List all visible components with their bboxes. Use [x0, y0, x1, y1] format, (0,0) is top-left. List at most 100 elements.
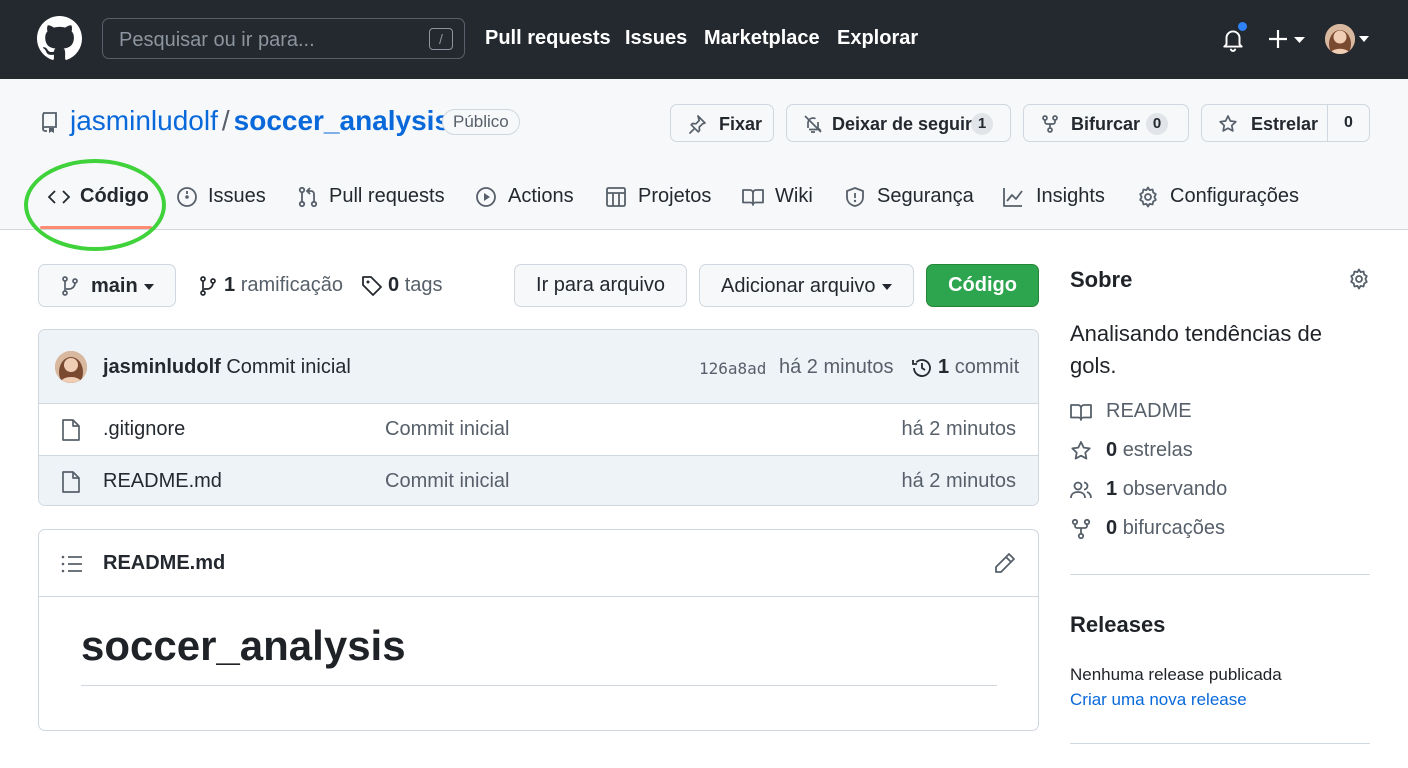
file-icon — [61, 470, 81, 494]
pencil-icon[interactable] — [994, 552, 1016, 574]
branches-count: 1 — [224, 274, 236, 296]
commit-author-avatar[interactable] — [55, 351, 87, 383]
tags-label: tags — [404, 274, 443, 296]
tab-projects[interactable]: Projetos — [605, 184, 713, 210]
tab-actions-label: Actions — [508, 185, 574, 207]
commits-label: commit — [954, 356, 1020, 378]
tab-pull-requests[interactable]: Pull requests — [297, 184, 445, 210]
watching-count: 1 — [1106, 478, 1118, 500]
file-commit-time: há 2 minutos — [901, 418, 1016, 440]
tab-pull-requests-label: Pull requests — [329, 185, 445, 207]
releases-title[interactable]: Releases — [1070, 612, 1165, 638]
tab-security[interactable]: Segurança — [844, 184, 974, 210]
fork-button[interactable]: Bifurcar 0 — [1023, 104, 1189, 142]
user-menu-caret-icon[interactable] — [1359, 36, 1369, 42]
add-file-button[interactable]: Adicionar arquivo — [699, 264, 914, 307]
file-commit-message[interactable]: Commit inicial — [385, 470, 509, 493]
gear-icon — [1137, 186, 1159, 208]
visibility-badge: Público — [442, 109, 520, 135]
readme-link-label: README — [1106, 400, 1192, 422]
tab-settings[interactable]: Configurações — [1137, 184, 1301, 210]
commit-time: há 2 minutos — [779, 356, 894, 378]
readme-heading: soccer_analysis — [81, 622, 406, 669]
table-icon — [605, 186, 627, 208]
star-icon — [1070, 440, 1092, 462]
tab-security-label: Segurança — [877, 185, 974, 207]
nav-pull-requests[interactable]: Pull requests — [485, 27, 611, 50]
star-button[interactable]: Estrelar 0 — [1201, 104, 1370, 142]
tab-wiki[interactable]: Wiki — [742, 184, 816, 210]
commit-author[interactable]: jasminludolf — [103, 356, 221, 378]
go-to-file-button[interactable]: Ir para arquivo — [514, 264, 687, 307]
forks-label: bifurcações — [1122, 517, 1225, 539]
tag-icon — [361, 275, 383, 297]
github-logo-icon[interactable] — [37, 16, 82, 61]
unwatch-label: Deixar de seguir — [832, 114, 973, 134]
file-name[interactable]: README.md — [103, 470, 222, 493]
shield-icon — [844, 186, 866, 208]
add-file-label: Adicionar arquivo — [721, 275, 876, 297]
commit-summary: jasminludolf Commit inicial — [103, 356, 351, 379]
create-new-plus-icon[interactable] — [1268, 27, 1306, 51]
file-row[interactable]: .gitignore Commit inicial há 2 minutos — [39, 404, 1038, 455]
nav-marketplace[interactable]: Marketplace — [704, 27, 820, 50]
watching-label: observando — [1122, 478, 1228, 500]
stars-counter[interactable]: 0 — [1327, 105, 1369, 141]
file-icon — [61, 418, 81, 442]
tab-issues[interactable]: Issues — [176, 184, 266, 210]
branch-selector[interactable]: main — [38, 264, 176, 307]
file-row[interactable]: README.md Commit inicial há 2 minutos — [39, 455, 1038, 505]
book-icon — [1070, 401, 1092, 423]
issue-opened-icon — [176, 186, 198, 208]
tab-issues-label: Issues — [208, 185, 266, 207]
play-circle-icon — [475, 186, 497, 208]
tab-wiki-label: Wiki — [775, 185, 813, 207]
watchers-counter: 1 — [971, 113, 993, 135]
file-name[interactable]: .gitignore — [103, 418, 185, 441]
create-release-link[interactable]: Criar uma nova release — [1070, 690, 1247, 710]
file-commit-message[interactable]: Commit inicial — [385, 418, 509, 441]
sidebar-divider — [1070, 574, 1370, 575]
tab-projects-label: Projetos — [638, 185, 712, 207]
history-icon[interactable] — [911, 357, 933, 379]
pin-icon — [687, 114, 707, 134]
list-unordered-icon[interactable] — [61, 554, 83, 574]
repo-owner-link[interactable]: jasminludolf — [70, 105, 218, 136]
tags-count: 0 — [388, 274, 400, 296]
nav-explore[interactable]: Explorar — [837, 27, 918, 50]
pin-label: Fixar — [719, 114, 763, 134]
search-placeholder: Pesquisar ou ir para... — [119, 29, 315, 51]
tab-actions[interactable]: Actions — [475, 184, 575, 210]
tab-insights[interactable]: Insights — [1002, 184, 1106, 210]
code-dropdown-button[interactable]: Código — [926, 264, 1039, 307]
nav-issues[interactable]: Issues — [625, 27, 687, 50]
fork-label: Bifurcar — [1071, 114, 1141, 134]
stars-label: estrelas — [1122, 439, 1193, 461]
graph-icon — [1002, 186, 1024, 208]
pull-request-icon — [297, 186, 319, 208]
readme-divider — [81, 685, 997, 686]
unwatch-button[interactable]: Deixar de seguir 1 — [786, 104, 1011, 142]
highlight-annotation-circle — [24, 159, 166, 251]
branch-caret-icon — [144, 284, 154, 290]
commits-link[interactable]: 1 commit — [938, 356, 1019, 379]
branch-icon — [60, 275, 80, 297]
about-settings-gear-icon[interactable] — [1348, 268, 1370, 290]
global-header: Pesquisar ou ir para... / Pull requests … — [0, 0, 1408, 79]
commit-sha[interactable]: 126a8ad — [699, 359, 766, 378]
repo-name-link[interactable]: soccer_analysis — [234, 105, 450, 136]
search-shortcut-key: / — [429, 28, 453, 50]
forks-counter: 0 — [1146, 113, 1168, 135]
user-avatar[interactable] — [1325, 24, 1355, 54]
repo-description: Analisando tendências de gols. — [1070, 321, 1322, 378]
star-icon — [1218, 114, 1238, 134]
pin-button[interactable]: Fixar — [670, 104, 774, 142]
about-title: Sobre — [1070, 267, 1133, 292]
book-icon — [742, 186, 764, 208]
repository-header: jasminludolf / soccer_analysis Público Fix… — [0, 79, 1408, 251]
search-input[interactable]: Pesquisar ou ir para... / — [102, 18, 465, 59]
commit-message[interactable]: Commit inicial — [226, 356, 350, 378]
commits-count: 1 — [938, 356, 950, 378]
readme-filename: README.md — [103, 552, 226, 574]
repo-breadcrumb: jasminludolf / soccer_analysis — [70, 105, 450, 137]
